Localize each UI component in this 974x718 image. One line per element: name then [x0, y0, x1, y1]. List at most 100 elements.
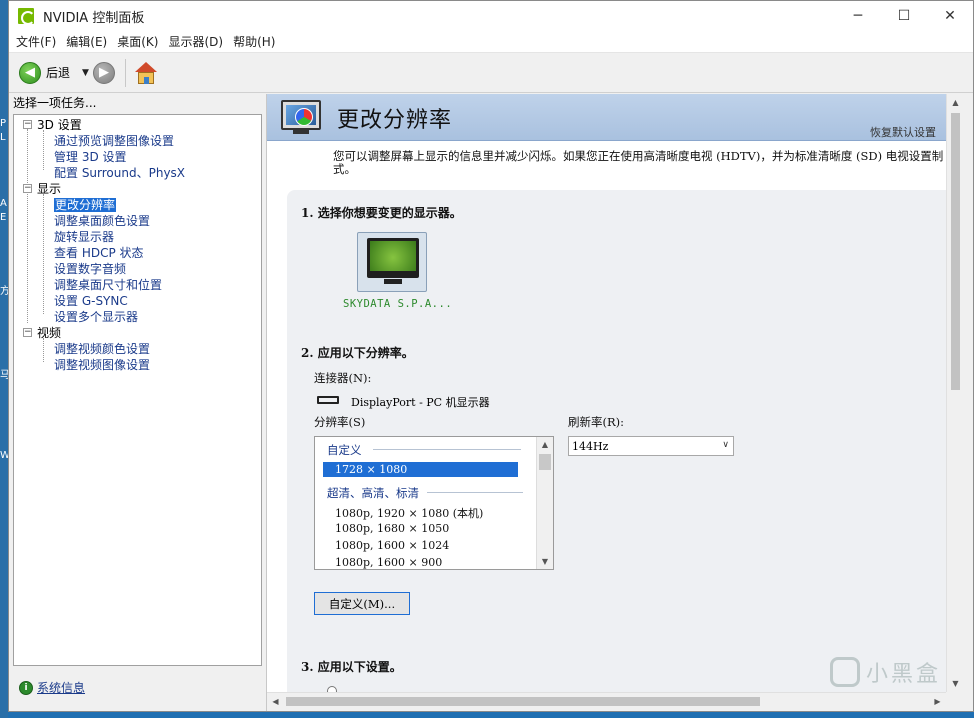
title-bar[interactable]: NVIDIA 控制面板 ─ ☐ ✕ — [9, 1, 973, 31]
scroll-thumb[interactable] — [539, 454, 551, 470]
scroll-down-icon[interactable]: ▼ — [537, 554, 553, 569]
heybox-logo-icon — [830, 657, 860, 687]
menu-edit[interactable]: 编辑(E) — [61, 33, 112, 50]
connector-label: 连接器(N): — [314, 371, 372, 385]
tree-category-label: 显示 — [37, 182, 62, 196]
collapse-toggle-icon[interactable]: − — [23, 328, 32, 337]
chevron-down-icon: ∨ — [722, 440, 729, 450]
step-2-heading: 2. 应用以下分辨率。 — [301, 346, 414, 360]
resolution-option[interactable]: 1080p, 1680 × 1050 — [335, 522, 449, 535]
scroll-thumb[interactable] — [951, 113, 960, 390]
maximize-button[interactable]: ☐ — [881, 1, 927, 31]
nvidia-logo-icon — [18, 8, 35, 25]
scroll-thumb[interactable] — [286, 697, 760, 706]
resolution-label: 分辨率(S) — [314, 415, 366, 429]
forward-arrow-icon[interactable]: ▶ — [92, 61, 115, 84]
back-arrow-icon[interactable]: ◀ — [19, 61, 41, 84]
desktop-icon-label: A — [0, 198, 7, 209]
tree-item-multiple-displays[interactable]: 设置多个显示器 — [54, 309, 138, 325]
tree-item-rotate-display[interactable]: 旋转显示器 — [54, 229, 114, 245]
desktop-icon-label: P — [0, 118, 7, 129]
minimize-button[interactable]: ─ — [835, 1, 881, 31]
tree-category-3d[interactable]: − 3D 设置 — [23, 117, 82, 133]
monitor-icon — [367, 238, 419, 278]
tree-item-change-resolution[interactable]: 更改分辨率 — [54, 197, 117, 213]
menu-file[interactable]: 文件(F) — [11, 33, 61, 50]
group-divider — [373, 449, 521, 450]
window-title: NVIDIA 控制面板 — [43, 10, 145, 26]
scrollbar-corner — [946, 692, 963, 709]
display-resolution-icon — [279, 100, 325, 136]
res-group-custom: 自定义 — [327, 443, 362, 457]
collapse-toggle-icon[interactable]: − — [23, 184, 32, 193]
toolbar-separator — [124, 58, 126, 87]
history-dropdown-icon[interactable]: ▼ — [82, 68, 89, 78]
menu-bar: 文件(F) 编辑(E) 桌面(K) 显示器(D) 帮助(H) — [9, 31, 973, 53]
tree-connector — [43, 194, 44, 314]
tree-connector — [43, 338, 44, 362]
content-vertical-scrollbar[interactable]: ▲ ▼ — [946, 94, 963, 692]
resolution-list-scrollbar[interactable]: ▲ ▼ — [536, 437, 553, 569]
tree-item-desktop-color[interactable]: 调整桌面颜色设置 — [54, 213, 150, 229]
watermark-text: 小黑盒 — [866, 662, 942, 687]
tree-item-hdcp-status[interactable]: 查看 HDCP 状态 — [54, 245, 144, 261]
close-button[interactable]: ✕ — [927, 1, 973, 31]
watermark: 小黑盒 — [830, 656, 941, 688]
restore-defaults-link[interactable]: 恢复默认设置 — [870, 124, 936, 140]
menu-display[interactable]: 显示器(D) — [163, 33, 228, 50]
toolbar: ◀ 后退 ▼ ▶ — [9, 53, 973, 93]
tree-item-digital-audio[interactable]: 设置数字音频 — [54, 261, 126, 277]
desktop-background — [0, 0, 8, 718]
refresh-rate-select[interactable]: 144Hz ∨ — [568, 436, 734, 456]
page-title: 更改分辨率 — [337, 108, 453, 133]
scroll-left-icon[interactable]: ◀ — [267, 693, 284, 710]
system-info-link[interactable]: i 系统信息 — [19, 679, 85, 696]
system-info-label[interactable]: 系统信息 — [37, 679, 85, 696]
tree-connector — [43, 130, 44, 170]
tree-category-display[interactable]: − 显示 — [23, 181, 61, 197]
desktop-icon-label: L — [0, 132, 6, 143]
resolution-option-selected[interactable]: 1728 × 1080 — [323, 462, 518, 477]
tree-category-label: 3D 设置 — [37, 118, 82, 132]
content-pane: 更改分辨率 恢复默认设置 您可以调整屏幕上显示的信息里并减少闪烁。如果您正在使用… — [267, 94, 946, 692]
scroll-right-icon[interactable]: ▶ — [929, 693, 946, 710]
task-pane: 选择一项任务... − 3D 设置 通过预览调整图像设置 管理 3D 设置 配置… — [9, 94, 266, 711]
collapse-toggle-icon[interactable]: − — [23, 120, 32, 129]
customize-button[interactable]: 自定义(M)... — [314, 592, 410, 615]
tree-item-surround-physx[interactable]: 配置 Surround、PhysX — [54, 165, 185, 181]
scroll-up-icon[interactable]: ▲ — [537, 437, 553, 452]
task-tree: − 3D 设置 通过预览调整图像设置 管理 3D 设置 配置 Surround、… — [13, 114, 262, 666]
tree-item-label: 更改分辨率 — [54, 198, 117, 212]
info-icon: i — [19, 680, 33, 695]
resolution-option[interactable]: 1080p, 1600 × 900 — [335, 556, 442, 569]
menu-help[interactable]: 帮助(H) — [228, 33, 280, 50]
tree-item-manage-3d[interactable]: 管理 3D 设置 — [54, 149, 127, 165]
back-button-label[interactable]: 后退 — [46, 64, 70, 81]
resolution-list[interactable]: 自定义 1728 × 1080 超清、高清、标清 1080p, 1920 × 1… — [314, 436, 554, 570]
tree-item-video-color[interactable]: 调整视频颜色设置 — [54, 341, 150, 357]
tree-item-video-image[interactable]: 调整视频图像设置 — [54, 357, 150, 373]
home-icon[interactable] — [134, 61, 158, 85]
refresh-rate-value: 144Hz — [572, 439, 609, 453]
tree-item-preview-image-settings[interactable]: 通过预览调整图像设置 — [54, 133, 174, 149]
tree-connector — [27, 129, 28, 323]
menu-desktop[interactable]: 桌面(K) — [112, 33, 163, 50]
scroll-down-icon[interactable]: ▼ — [947, 675, 964, 692]
step-3-heading: 3. 应用以下设置。 — [301, 660, 402, 674]
scroll-up-icon[interactable]: ▲ — [947, 94, 964, 111]
displayport-icon — [317, 396, 339, 404]
resolution-option[interactable]: 1080p, 1920 × 1080 (本机) — [335, 505, 483, 521]
tree-item-gsync[interactable]: 设置 G-SYNC — [54, 293, 128, 309]
resolution-option[interactable]: 1080p, 1600 × 1024 — [335, 539, 449, 552]
page-description: 您可以调整屏幕上显示的信息里并减少闪烁。如果您正在使用高清晰度电视 (HDTV)… — [333, 149, 944, 176]
tree-category-video[interactable]: − 视频 — [23, 325, 61, 341]
res-group-hd: 超清、高清、标清 — [327, 486, 419, 500]
content-header: 更改分辨率 恢复默认设置 — [267, 94, 946, 141]
content-horizontal-scrollbar[interactable]: ◀ ▶ — [267, 692, 946, 709]
display-selector-tile[interactable] — [357, 232, 427, 292]
display-name[interactable]: SKYDATA S.P.A... — [343, 298, 452, 310]
nvidia-control-panel-window: NVIDIA 控制面板 ─ ☐ ✕ 文件(F) 编辑(E) 桌面(K) 显示器(… — [8, 0, 974, 712]
task-pane-header: 选择一项任务... — [13, 96, 97, 110]
group-divider — [427, 492, 523, 493]
tree-item-desktop-size-position[interactable]: 调整桌面尺寸和位置 — [54, 277, 162, 293]
